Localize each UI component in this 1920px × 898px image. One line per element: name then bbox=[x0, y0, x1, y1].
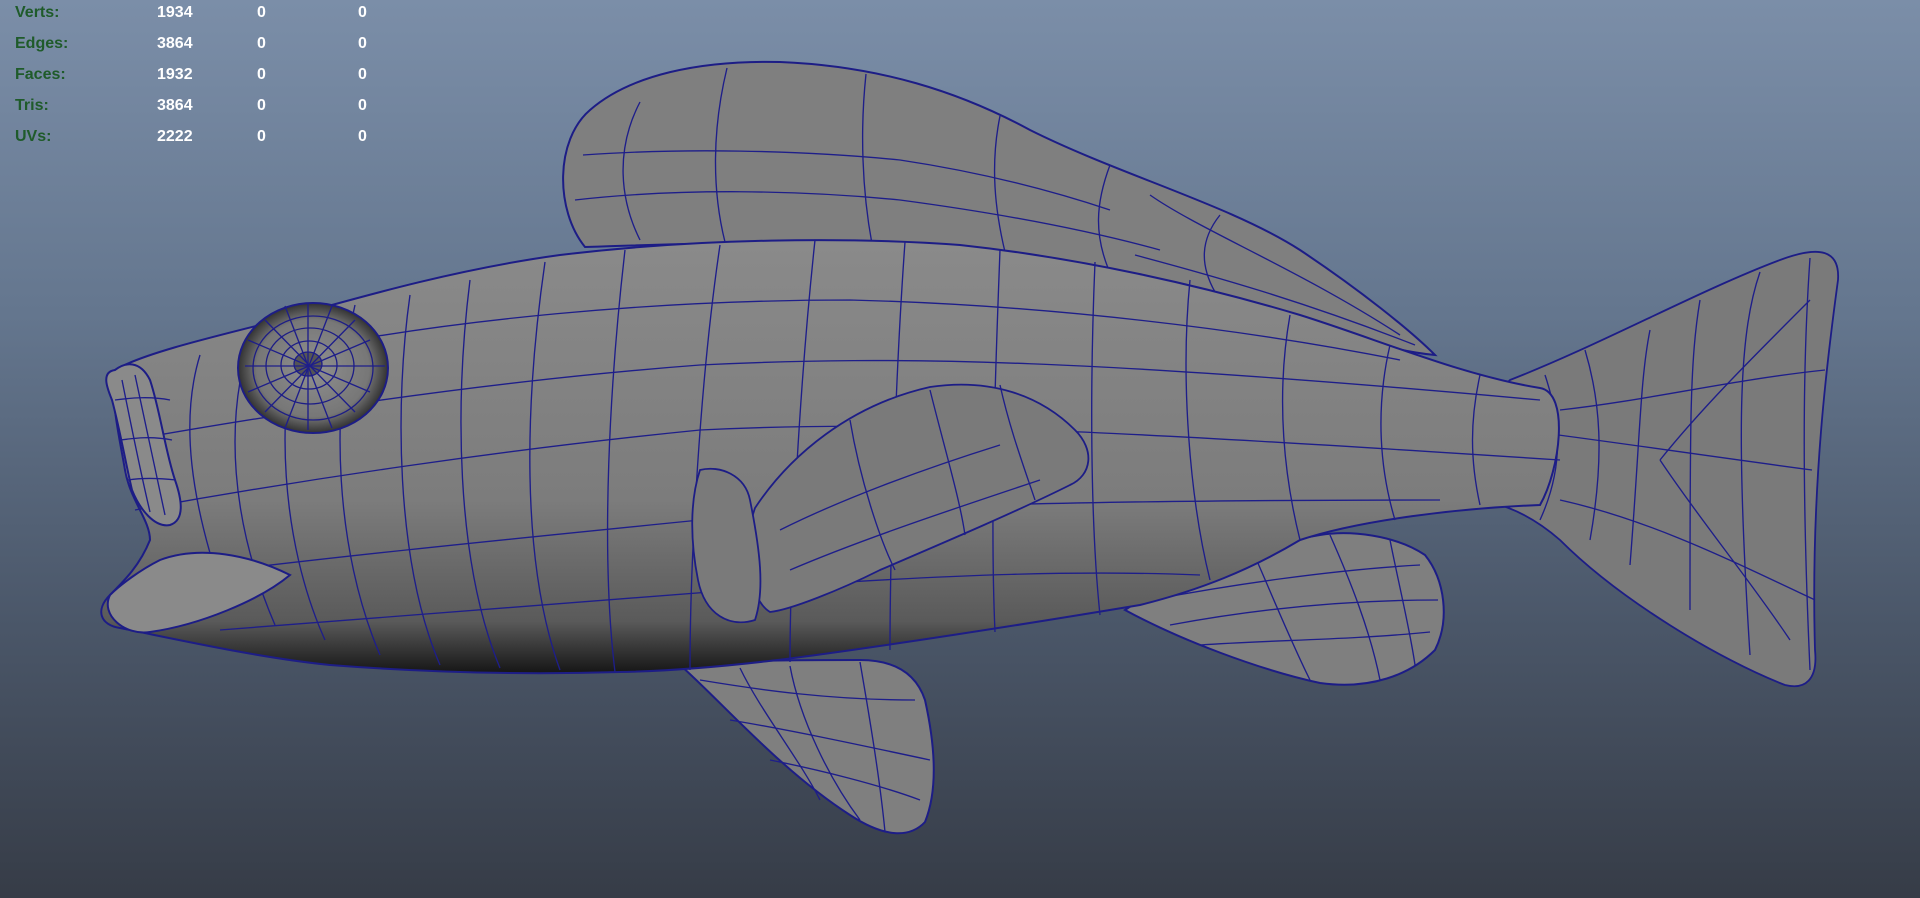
fish-mesh[interactable] bbox=[0, 0, 1920, 898]
pelvic-fin[interactable] bbox=[677, 658, 935, 835]
3d-viewport[interactable]: Verts: 1934 0 0 Edges: 3864 0 0 Faces: 1… bbox=[0, 0, 1920, 898]
fish-eye[interactable] bbox=[237, 302, 389, 434]
